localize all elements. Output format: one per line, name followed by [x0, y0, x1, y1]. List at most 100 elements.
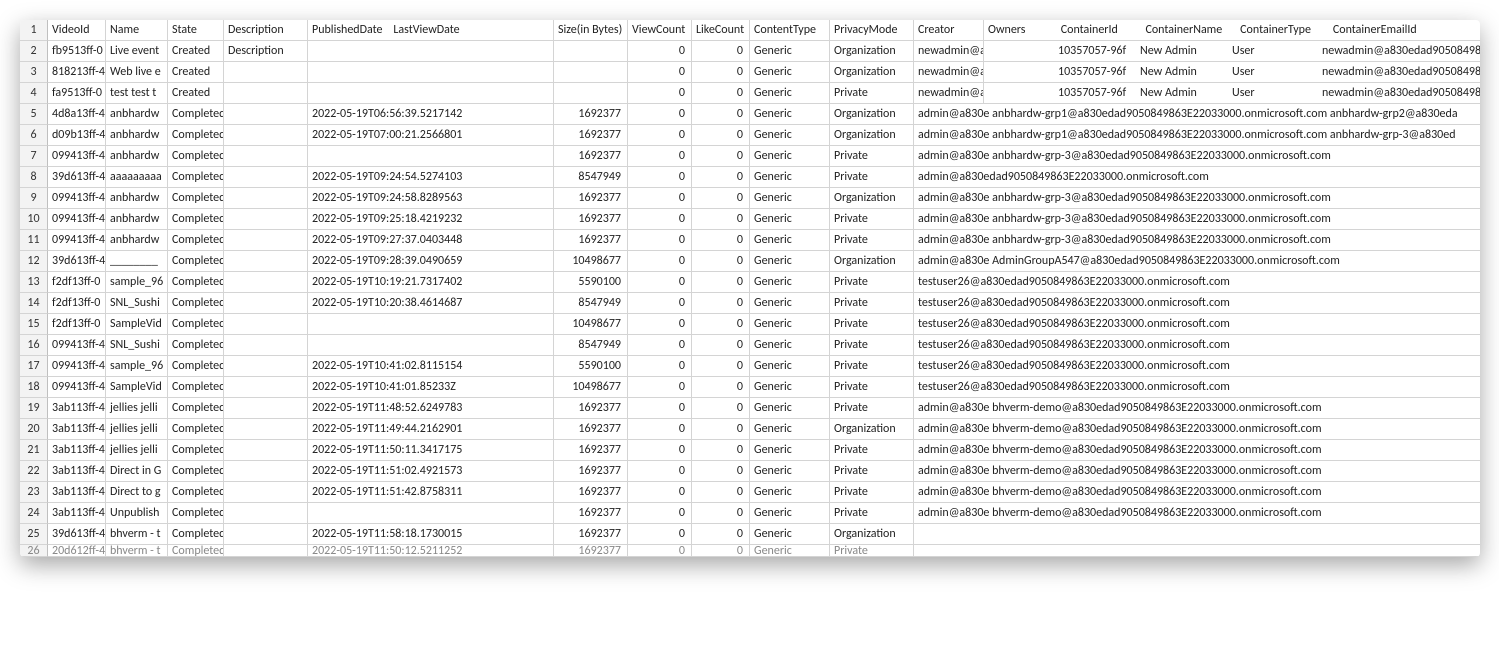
cell-contenttype[interactable]: Generic [750, 167, 830, 188]
cell-description[interactable] [224, 440, 308, 461]
cell-name[interactable]: anbhardw [106, 104, 168, 125]
cell-videoid[interactable]: 099413ff-4 [48, 188, 106, 209]
cell-size[interactable]: 10498677 [554, 314, 628, 335]
cell-description[interactable] [224, 167, 308, 188]
cell-name[interactable]: anbhardw [106, 146, 168, 167]
cell-contenttype[interactable]: Generic [750, 62, 830, 83]
row-number[interactable]: 3 [20, 62, 48, 83]
cell-likecount[interactable]: 0 [692, 545, 750, 557]
cell-description[interactable] [224, 545, 308, 557]
cell-privacymode[interactable]: Organization [830, 188, 914, 209]
cell-size[interactable]: 1692377 [554, 419, 628, 440]
cell-name[interactable]: bhverm - t [106, 524, 168, 545]
cell-privacymode[interactable]: Organization [830, 41, 914, 62]
cell-name[interactable]: Web live e [106, 62, 168, 83]
cell-viewcount[interactable]: 0 [628, 503, 692, 524]
cell-likecount[interactable]: 0 [692, 251, 750, 272]
row-number[interactable]: 18 [20, 377, 48, 398]
cell-viewcount[interactable]: 0 [628, 524, 692, 545]
cell-privacymode[interactable]: Private [830, 293, 914, 314]
cell-state[interactable]: Completed [168, 335, 224, 356]
cell-name[interactable]: anbhardw [106, 209, 168, 230]
cell-likecount[interactable]: 0 [692, 503, 750, 524]
cell-viewcount[interactable]: 0 [628, 83, 692, 104]
cell-privacymode[interactable]: Organization [830, 524, 914, 545]
cell-likecount[interactable]: 0 [692, 104, 750, 125]
cell-privacymode[interactable]: Private [830, 545, 914, 557]
cell-size[interactable]: 8547949 [554, 167, 628, 188]
cell-description[interactable] [224, 146, 308, 167]
row-number[interactable]: 11 [20, 230, 48, 251]
cell-publisheddate[interactable] [308, 62, 554, 83]
col-header-videoid[interactable]: VideoId [48, 20, 106, 41]
cell-creator[interactable] [914, 545, 1480, 557]
cell-contenttype[interactable]: Generic [750, 188, 830, 209]
cell-publisheddate[interactable]: 2022-05-19T11:51:02.4921573 [308, 461, 554, 482]
cell-name[interactable]: SampleVid [106, 314, 168, 335]
cell-viewcount[interactable]: 0 [628, 188, 692, 209]
cell-state[interactable]: Created [168, 41, 224, 62]
cell-contenttype[interactable]: Generic [750, 230, 830, 251]
cell-videoid[interactable]: 20d612ff-4 [48, 545, 106, 557]
cell-contenttype[interactable]: Generic [750, 419, 830, 440]
row-number[interactable]: 6 [20, 125, 48, 146]
cell-contenttype[interactable]: Generic [750, 146, 830, 167]
cell-creator[interactable]: admin@a830e anbhardw-grp-3@a830edad90508… [914, 209, 1480, 230]
cell-state[interactable]: Completed [168, 293, 224, 314]
cell-likecount[interactable]: 0 [692, 209, 750, 230]
cell-description[interactable] [224, 209, 308, 230]
row-number[interactable]: 17 [20, 356, 48, 377]
cell-videoid[interactable]: 39d613ff-4 [48, 524, 106, 545]
cell-state[interactable]: Completed [168, 356, 224, 377]
row-number[interactable]: 10 [20, 209, 48, 230]
cell-privacymode[interactable]: Private [830, 398, 914, 419]
cell-description[interactable] [224, 83, 308, 104]
cell-privacymode[interactable]: Private [830, 83, 914, 104]
cell-contenttype[interactable]: Generic [750, 440, 830, 461]
cell-size[interactable] [554, 62, 628, 83]
cell-contenttype[interactable]: Generic [750, 251, 830, 272]
cell-size[interactable]: 1692377 [554, 125, 628, 146]
cell-size[interactable]: 1692377 [554, 461, 628, 482]
cell-publisheddate[interactable]: 2022-05-19T11:50:11.3417175 [308, 440, 554, 461]
col-header-publisheddate[interactable]: PublishedDate LastViewDate [308, 20, 554, 41]
cell-creator[interactable]: testuser26@a830edad9050849863E22033000.o… [914, 293, 1480, 314]
cell-viewcount[interactable]: 0 [628, 398, 692, 419]
cell-videoid[interactable]: f2df13ff-0 [48, 314, 106, 335]
row-number[interactable]: 21 [20, 440, 48, 461]
cell-contenttype[interactable]: Generic [750, 314, 830, 335]
cell-likecount[interactable]: 0 [692, 83, 750, 104]
cell-viewcount[interactable]: 0 [628, 230, 692, 251]
cell-state[interactable]: Created [168, 62, 224, 83]
cell-description[interactable] [224, 251, 308, 272]
cell-tail[interactable]: 10357057-96fNew AdminUsernewadmin@a830ed… [984, 62, 1480, 83]
cell-creator[interactable]: admin@a830e anbhardw-grp-3@a830edad90508… [914, 188, 1480, 209]
cell-state[interactable]: Completed [168, 146, 224, 167]
cell-state[interactable]: Completed [168, 104, 224, 125]
cell-videoid[interactable]: f2df13ff-0 [48, 272, 106, 293]
cell-creator[interactable]: admin@a830e anbhardw-grp1@a830edad905084… [914, 104, 1480, 125]
cell-viewcount[interactable]: 0 [628, 545, 692, 557]
cell-viewcount[interactable]: 0 [628, 272, 692, 293]
cell-description[interactable] [224, 314, 308, 335]
cell-description[interactable] [224, 335, 308, 356]
cell-creator[interactable]: newadmin@a830edad9050 [914, 83, 984, 104]
cell-likecount[interactable]: 0 [692, 356, 750, 377]
cell-contenttype[interactable]: Generic [750, 524, 830, 545]
cell-contenttype[interactable]: Generic [750, 209, 830, 230]
cell-contenttype[interactable]: Generic [750, 125, 830, 146]
cell-privacymode[interactable]: Private [830, 146, 914, 167]
cell-creator[interactable]: admin@a830e anbhardw-grp-3@a830edad90508… [914, 230, 1480, 251]
cell-name[interactable]: jellies jelli [106, 419, 168, 440]
cell-videoid[interactable]: fb9513ff-0 [48, 41, 106, 62]
cell-description[interactable] [224, 482, 308, 503]
cell-publisheddate[interactable] [308, 335, 554, 356]
cell-description[interactable] [224, 377, 308, 398]
cell-likecount[interactable]: 0 [692, 146, 750, 167]
cell-name[interactable]: Live event [106, 41, 168, 62]
cell-state[interactable]: Completed [168, 272, 224, 293]
row-number[interactable]: 12 [20, 251, 48, 272]
cell-state[interactable]: Completed [168, 188, 224, 209]
row-number[interactable]: 26 [20, 545, 48, 557]
cell-privacymode[interactable]: Private [830, 503, 914, 524]
